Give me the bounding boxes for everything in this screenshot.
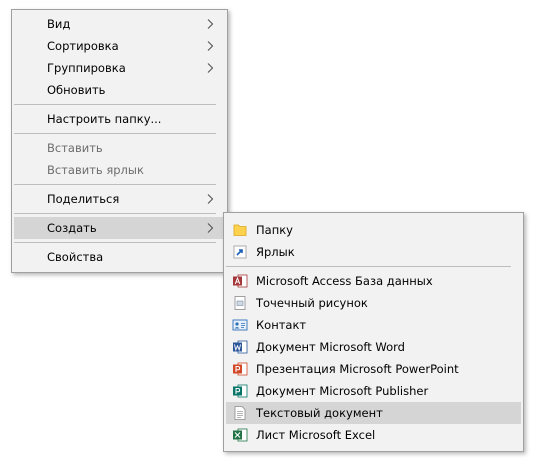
folder-icon (233, 224, 247, 236)
menu-item-label: Вставить (47, 141, 103, 155)
submenu-separator (226, 266, 511, 267)
menu-separator (14, 133, 216, 134)
submenu-item-powerpoint[interactable]: Презентация Microsoft PowerPoint (226, 358, 521, 380)
create-submenu: Папку Ярлык Microsoft Access База данных… (223, 212, 524, 452)
menu-item-label: Вставить ярлык (47, 163, 144, 177)
menu-separator (14, 184, 216, 185)
submenu-item-word[interactable]: Документ Microsoft Word (226, 336, 521, 358)
menu-item-label: Создать (47, 221, 97, 235)
submenu-item-label: Microsoft Access База данных (256, 274, 433, 288)
submenu-item-label: Презентация Microsoft PowerPoint (256, 362, 459, 376)
menu-separator (14, 213, 216, 214)
menu-item-create[interactable]: Создать (14, 217, 225, 239)
menu-item-properties[interactable]: Свойства (14, 246, 225, 268)
bitmap-icon (234, 296, 246, 310)
menu-item-view[interactable]: Вид (14, 13, 225, 35)
submenu-item-label: Папку (256, 223, 293, 237)
submenu-item-publisher[interactable]: Документ Microsoft Publisher (226, 380, 521, 402)
submenu-item-access[interactable]: Microsoft Access База данных (226, 270, 521, 292)
menu-item-label: Сортировка (47, 39, 119, 53)
word-icon (233, 340, 248, 354)
submenu-item-folder[interactable]: Папку (226, 219, 521, 241)
shortcut-icon (233, 245, 247, 259)
chevron-right-icon (207, 63, 214, 73)
submenu-item-label: Документ Microsoft Publisher (256, 384, 429, 398)
menu-separator (14, 242, 216, 243)
menu-item-label: Вид (47, 17, 71, 31)
submenu-item-shortcut[interactable]: Ярлык (226, 241, 521, 263)
submenu-item-label: Контакт (256, 318, 307, 332)
submenu-item-label: Текстовый документ (256, 406, 383, 420)
access-icon (233, 274, 248, 288)
menu-item-label: Группировка (47, 61, 126, 75)
chevron-right-icon (207, 223, 214, 233)
chevron-right-icon (207, 41, 214, 51)
chevron-right-icon (207, 194, 214, 204)
text-document-icon (234, 406, 246, 420)
submenu-item-label: Документ Microsoft Word (256, 340, 405, 354)
menu-item-share[interactable]: Поделиться (14, 188, 225, 210)
menu-item-paste-shortcut[interactable]: Вставить ярлык (14, 159, 225, 181)
menu-item-group[interactable]: Группировка (14, 57, 225, 79)
menu-separator (14, 104, 216, 105)
powerpoint-icon (233, 362, 248, 376)
publisher-icon (233, 384, 248, 398)
menu-item-label: Свойства (47, 250, 104, 264)
menu-item-sort[interactable]: Сортировка (14, 35, 225, 57)
submenu-item-contact[interactable]: Контакт (226, 314, 521, 336)
submenu-item-label: Точечный рисунок (256, 296, 368, 310)
menu-item-label: Поделиться (47, 192, 120, 206)
contact-icon (232, 319, 248, 331)
menu-item-label: Обновить (47, 83, 106, 97)
menu-item-customize-folder[interactable]: Настроить папку... (14, 108, 225, 130)
submenu-item-label: Лист Microsoft Excel (256, 428, 376, 442)
menu-item-refresh[interactable]: Обновить (14, 79, 225, 101)
submenu-item-bitmap[interactable]: Точечный рисунок (226, 292, 521, 314)
excel-icon (233, 428, 248, 442)
submenu-item-text-document[interactable]: Текстовый документ (226, 402, 521, 424)
submenu-item-label: Ярлык (256, 245, 295, 259)
context-menu: Вид Сортировка Группировка Обновить Наст… (11, 9, 228, 273)
menu-item-label: Настроить папку... (47, 112, 162, 126)
menu-item-paste[interactable]: Вставить (14, 137, 225, 159)
chevron-right-icon (207, 19, 214, 29)
submenu-item-excel[interactable]: Лист Microsoft Excel (226, 424, 521, 446)
